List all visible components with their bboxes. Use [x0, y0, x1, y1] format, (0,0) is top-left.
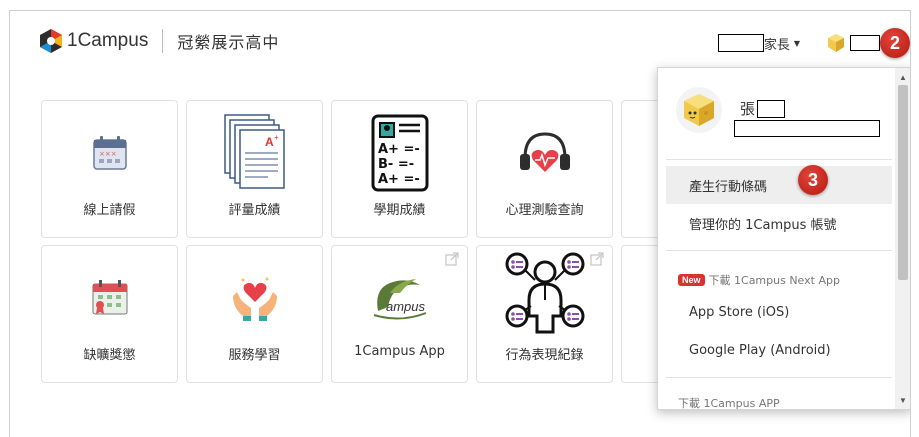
new-badge: New — [678, 274, 705, 286]
role-switcher[interactable]: 家長 ▼ — [717, 34, 800, 53]
dropdown-scrollbar[interactable]: ▲ ▼ — [895, 68, 910, 409]
user-avatar-icon[interactable] — [826, 33, 846, 53]
next-app-section-label: 下載 1Campus Next App — [708, 274, 840, 287]
tile-label: 行為表現紀錄 — [505, 348, 584, 363]
hands-heart-icon — [187, 258, 322, 338]
attendance-award-icon — [42, 258, 177, 338]
role-label: 家長 — [763, 37, 790, 53]
scroll-down-arrow-icon[interactable]: ▼ — [895, 393, 910, 407]
profile-name-text: 張 — [740, 100, 756, 118]
scroll-up-arrow-icon[interactable]: ▲ — [895, 70, 910, 84]
user-dropdown-menu: 張 產生行動條碼 3 管理你的 1Campus 帳號 New 下載 1Campu… — [657, 67, 910, 410]
tile-online-leave[interactable]: ××× 線上請假 — [41, 100, 178, 238]
user-area: 家長 ▼ 2 — [717, 28, 910, 58]
divider — [666, 250, 892, 251]
tile-label: 線上請假 — [83, 203, 136, 218]
app-frame: 1Campus 冠縈展示高中 家長 ▼ 2 ××× 線上請假 A + 評量成績 … — [9, 10, 911, 437]
calendar-leave-icon: ××× — [42, 113, 177, 193]
google-play-item[interactable]: Google Play (Android) — [666, 331, 892, 369]
divider — [666, 377, 892, 378]
svg-text:B- =-: B- =- — [378, 157, 414, 172]
app-store-label: App Store (iOS) — [689, 304, 790, 320]
step-3-badge: 3 — [798, 165, 828, 195]
caret-down-icon: ▼ — [793, 38, 800, 48]
generate-qr-code-item[interactable]: 產生行動條碼 — [666, 166, 892, 204]
tile-attendance-awards[interactable]: 缺曠獎懲 — [41, 245, 178, 383]
1campus-logo-icon — [40, 29, 62, 53]
tile-label: 缺曠獎懲 — [83, 348, 136, 363]
ampus-logo-text: ampus — [386, 299, 426, 314]
behavior-record-icon — [477, 252, 612, 334]
redacted-name-box — [757, 99, 786, 118]
scroll-thumb[interactable] — [898, 85, 908, 280]
redacted-email-box — [734, 120, 880, 137]
tile-label: 1Campus App — [354, 344, 445, 359]
grade-report-icon: A+ =- B- =- A+ =- — [332, 113, 467, 193]
tile-label: 學期成績 — [373, 203, 426, 218]
svg-text:×××: ××× — [99, 150, 117, 158]
google-play-label: Google Play (Android) — [689, 342, 831, 358]
exam-papers-icon: A + — [187, 113, 322, 193]
top-header: 1Campus 冠縈展示高中 家長 ▼ 2 — [10, 11, 910, 73]
tile-psych-test[interactable]: 心理測驗查詢 — [476, 100, 613, 238]
tile-behavior-record[interactable]: 行為表現紀錄 — [476, 245, 613, 383]
heart-headphones-icon — [477, 113, 612, 193]
tile-label: 心理測驗查詢 — [505, 203, 584, 218]
logo-text: 1Campus — [67, 30, 149, 51]
tile-label: 服務學習 — [228, 348, 281, 363]
svg-text:+: + — [274, 133, 279, 142]
next-app-section-header: New 下載 1Campus Next App — [678, 272, 840, 288]
svg-text:A: A — [265, 135, 274, 149]
svg-text:A+ =-: A+ =- — [378, 172, 420, 187]
logo-divider — [162, 29, 164, 53]
manage-account-label: 管理你的 1Campus 帳號 — [689, 217, 837, 233]
cheese-avatar-icon — [684, 94, 714, 126]
ampus-logo-icon: ampus — [332, 258, 467, 338]
tile-service-learning[interactable]: 服務學習 — [186, 245, 323, 383]
dropdown-user-info: 張 — [658, 68, 896, 158]
app-section-label: 下載 1Campus APP — [678, 397, 780, 410]
tile-semester-grades[interactable]: A+ =- B- =- A+ =- 學期成績 — [331, 100, 468, 238]
redacted-name-box — [717, 34, 764, 52]
brand-logo[interactable]: 1Campus 冠縈展示高中 — [38, 28, 279, 54]
school-name: 冠縈展示高中 — [177, 33, 280, 52]
profile-name: 張 — [740, 98, 786, 119]
app-section-header: 下載 1Campus APP — [678, 395, 780, 410]
redacted-account-box — [850, 35, 880, 51]
tile-1campus-app[interactable]: ampus 1Campus App — [331, 245, 468, 383]
manage-account-item[interactable]: 管理你的 1Campus 帳號 — [666, 204, 892, 242]
tile-label: 評量成績 — [228, 203, 281, 218]
divider — [666, 159, 892, 160]
step-2-badge: 2 — [880, 28, 910, 58]
tile-exam-scores[interactable]: A + 評量成績 — [186, 100, 323, 238]
svg-text:A+ =-: A+ =- — [378, 142, 420, 157]
generate-qr-code-label: 產生行動條碼 — [689, 179, 768, 195]
app-store-item[interactable]: App Store (iOS) — [666, 293, 892, 331]
profile-avatar — [676, 87, 722, 133]
